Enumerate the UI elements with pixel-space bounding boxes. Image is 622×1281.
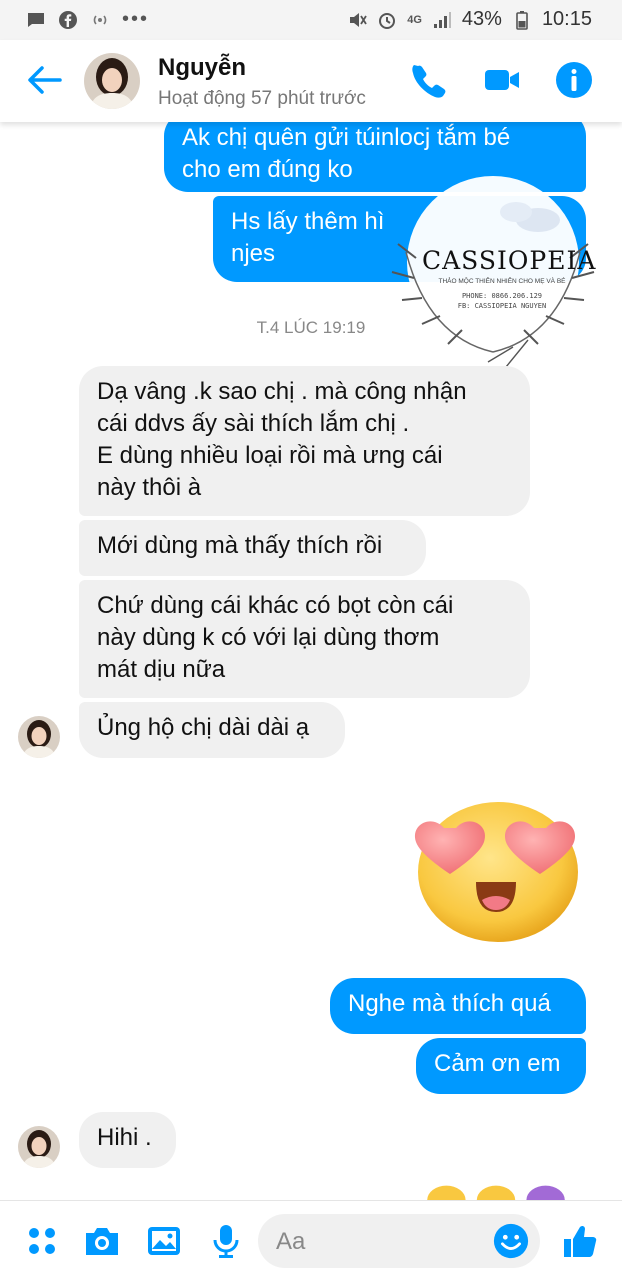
emoji-icon[interactable] [492, 1222, 530, 1260]
thumbs-up-icon[interactable] [560, 1221, 600, 1261]
watermark-tagline: THẢO MỘC THIÊN NHIÊN CHO MẸ VÀ BÉ [438, 278, 566, 285]
message-thread[interactable]: Ak chị quên gửi túinlocj tắm bé cho em đ… [0, 122, 622, 1200]
incoming-message[interactable]: Mới dùng mà thấy thích rồi [79, 520, 426, 576]
hotspot-icon [93, 14, 107, 25]
heart-eyes-emoji-icon[interactable] [406, 794, 586, 944]
composer-bar: Aa [0, 1200, 622, 1281]
message-input-placeholder: Aa [276, 1228, 306, 1255]
outgoing-message[interactable]: Cảm ơn em [416, 1038, 586, 1094]
incoming-message[interactable]: Hihi . [79, 1112, 176, 1168]
clock: 10:15 [541, 8, 592, 30]
watermark-phone: PHONE: 0866.206.129 [461, 292, 543, 300]
cassiopeia-watermark: CASSIOPEIA THẢO MỘC THIÊN NHIÊN CHO MẸ V… [388, 162, 598, 372]
camera-icon[interactable] [82, 1221, 122, 1261]
back-arrow-icon[interactable] [24, 62, 64, 98]
outgoing-message[interactable]: Nghe mà thích quá [330, 978, 586, 1034]
info-icon[interactable] [554, 60, 594, 100]
incoming-message[interactable]: Dạ vâng .k sao chị . mà công nhận cái dd… [79, 366, 530, 516]
incoming-message[interactable]: Chứ dùng cái khác có bọt còn cái này dùn… [79, 580, 530, 698]
contact-name[interactable]: Nguyễn [158, 54, 246, 82]
watermark-brand: CASSIOPEIA [422, 246, 597, 275]
contact-avatar-small[interactable] [18, 716, 60, 758]
conversation-header: Nguyễn Hoạt động 57 phút trước [0, 40, 622, 122]
gallery-icon[interactable] [144, 1221, 184, 1261]
contact-avatar-small[interactable] [18, 1126, 60, 1168]
video-call-icon[interactable] [482, 60, 522, 100]
seen-emoji-reactions-icon [427, 1185, 565, 1200]
mute-icon [350, 12, 367, 27]
incoming-message[interactable]: Ủng hộ chị dài dài ạ [79, 702, 345, 758]
signal-icon [433, 11, 451, 28]
battery-icon [516, 10, 528, 30]
watermark-fb: FB: CASSIOPEIA NGUYEN [457, 302, 547, 310]
contact-avatar[interactable] [84, 53, 140, 109]
phone-call-icon[interactable] [408, 60, 448, 100]
timestamp: T.4 LÚC 19:19 [256, 318, 366, 337]
microphone-icon[interactable] [206, 1221, 246, 1261]
more-apps-icon[interactable] [22, 1221, 62, 1261]
active-status: Hoạt động 57 phút trước [158, 88, 366, 109]
more-notifications-icon: ••• [122, 8, 150, 30]
message-notification-icon [28, 12, 44, 27]
status-bar: ••• 4G 43% 10:15 [0, 0, 622, 40]
battery-percent: 43% [461, 8, 502, 30]
facebook-notification-icon [59, 10, 77, 29]
alarm-icon [379, 12, 396, 29]
network-type: 4G [407, 13, 422, 26]
message-input[interactable]: Aa [258, 1214, 540, 1268]
